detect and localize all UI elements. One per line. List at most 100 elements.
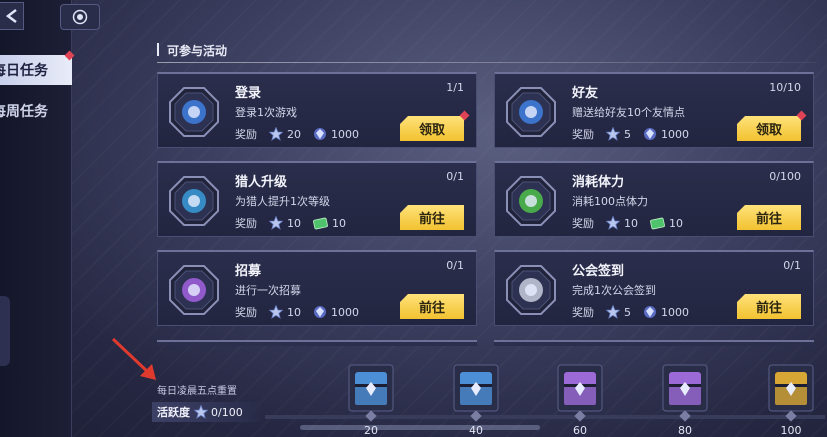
reward-item: 1000 (313, 127, 359, 141)
reward-item: 10 (313, 217, 346, 230)
tab-weekly-label: 每周任务 (0, 104, 48, 120)
reward-item: 10 (606, 216, 638, 230)
reward-chest[interactable] (768, 364, 814, 412)
task-card: 好友 赠送给好友10个友情点 10/10 奖励 5 1000 领取 (494, 72, 814, 148)
activity-star-icon (606, 127, 620, 141)
reward-label: 奖励 (235, 217, 257, 230)
task-rewards: 奖励 5 1000 (572, 304, 689, 320)
back-button[interactable] (0, 2, 24, 30)
ticket-icon (650, 217, 665, 229)
task-emblem-icon (168, 86, 220, 138)
reward-value: 1000 (331, 127, 359, 141)
task-title: 消耗体力 (572, 175, 625, 190)
reward-value: 10 (287, 305, 301, 319)
task-description: 进行一次招募 (235, 284, 301, 297)
reward-chest[interactable] (348, 364, 394, 412)
activity-star-icon (606, 216, 620, 230)
red-arrow-icon (111, 337, 156, 380)
claim-button[interactable]: 领取 (737, 116, 801, 141)
activity-star-icon (606, 305, 620, 319)
reward-value: 10 (669, 216, 683, 230)
task-card: 猎人升级为猎人提升1次等级 0/1 奖励 10 10 前往 (157, 161, 477, 237)
activity-star-icon (269, 127, 283, 141)
go-button[interactable]: 前往 (737, 294, 801, 319)
task-emblem-icon (505, 86, 557, 138)
target-icon (72, 9, 88, 25)
top-bar (0, 0, 110, 34)
task-description: 赠送给好友10个友情点 (572, 106, 685, 119)
task-progress: 0/100 (769, 170, 801, 183)
reward-value: 5 (624, 305, 631, 319)
diamond-icon (644, 128, 656, 140)
diamond-icon (314, 128, 326, 140)
reward-item: 5 (606, 127, 631, 141)
sidebar-handle (0, 296, 10, 366)
go-button[interactable]: 前往 (400, 205, 464, 230)
scroll-indicator (300, 425, 540, 430)
reward-chest[interactable] (662, 364, 708, 412)
chest-icon (662, 364, 708, 412)
go-button[interactable]: 前往 (400, 294, 464, 319)
reward-item: 10 (269, 216, 301, 230)
task-title: 好友 (572, 86, 599, 101)
task-card-partial (157, 340, 477, 346)
reward-label: 奖励 (235, 306, 257, 319)
diamond-icon (644, 306, 656, 318)
tab-daily-tasks[interactable]: 每日任务 (0, 55, 72, 85)
go-button[interactable]: 前往 (737, 205, 801, 230)
reward-value: 10 (287, 216, 301, 230)
chest-icon (768, 364, 814, 412)
task-rewards: 奖励 10 1000 (235, 304, 359, 320)
chest-icon (453, 364, 499, 412)
reward-value: 10 (332, 216, 346, 230)
task-title: 招募 (235, 264, 262, 279)
reward-value: 20 (287, 127, 301, 141)
activity-star-icon (269, 305, 283, 319)
reward-value: 1000 (661, 305, 689, 319)
task-card: 招募进行一次招募 0/1 奖励 10 1000 前往 (157, 250, 477, 326)
task-rewards: 奖励 10 10 (572, 215, 683, 231)
task-title: 公会签到 (572, 264, 625, 279)
reset-note: 每日凌晨五点重置 (157, 386, 237, 397)
reward-item: 20 (269, 127, 301, 141)
activity-progress-track (265, 415, 825, 419)
tab-daily-label: 每日任务 (0, 63, 48, 79)
reward-value: 5 (624, 127, 631, 141)
reward-label: 奖励 (572, 306, 594, 319)
task-emblem-icon (505, 175, 557, 227)
back-arrow-icon (5, 9, 17, 23)
ticket-icon (313, 217, 328, 229)
milestone-value: 40 (469, 424, 483, 437)
activity-bar-label: 活跃度 0/100 (152, 402, 264, 422)
task-rewards: 奖励 10 10 (235, 215, 346, 231)
menu-button[interactable] (60, 4, 100, 30)
task-title: 猎人升级 (235, 175, 288, 190)
activity-value: 0/100 (211, 405, 243, 419)
task-progress: 0/1 (783, 259, 801, 272)
reward-label: 奖励 (235, 128, 257, 141)
milestone-value: 60 (573, 424, 587, 437)
task-emblem-icon (168, 175, 220, 227)
task-emblem-icon (505, 264, 557, 316)
chest-icon (557, 364, 603, 412)
task-description: 完成1次公会签到 (572, 284, 656, 297)
reward-item: 1000 (643, 127, 689, 141)
reward-chest[interactable] (557, 364, 603, 412)
task-card: 消耗体力 消耗100点体力 0/100 奖励 10 10 前往 (494, 161, 814, 237)
task-rewards: 奖励 5 1000 (572, 126, 689, 142)
task-progress: 0/1 (446, 170, 464, 183)
task-progress: 0/1 (446, 259, 464, 272)
reward-value: 1000 (331, 305, 359, 319)
task-card: 登录 登录1次游戏 1/1 奖励 20 1000 领取 (157, 72, 477, 148)
task-description: 为猎人提升1次等级 (235, 195, 330, 208)
task-progress: 10/10 (769, 81, 801, 94)
reward-chest[interactable] (453, 364, 499, 412)
tab-weekly-tasks[interactable]: 每周任务 (0, 96, 72, 126)
milestone-value: 20 (364, 424, 378, 437)
chest-icon (348, 364, 394, 412)
milestone-value: 100 (780, 424, 802, 437)
task-title: 登录 (235, 86, 262, 101)
reward-item: 1000 (313, 305, 359, 319)
claim-button[interactable]: 领取 (400, 116, 464, 141)
section-divider (157, 62, 817, 63)
